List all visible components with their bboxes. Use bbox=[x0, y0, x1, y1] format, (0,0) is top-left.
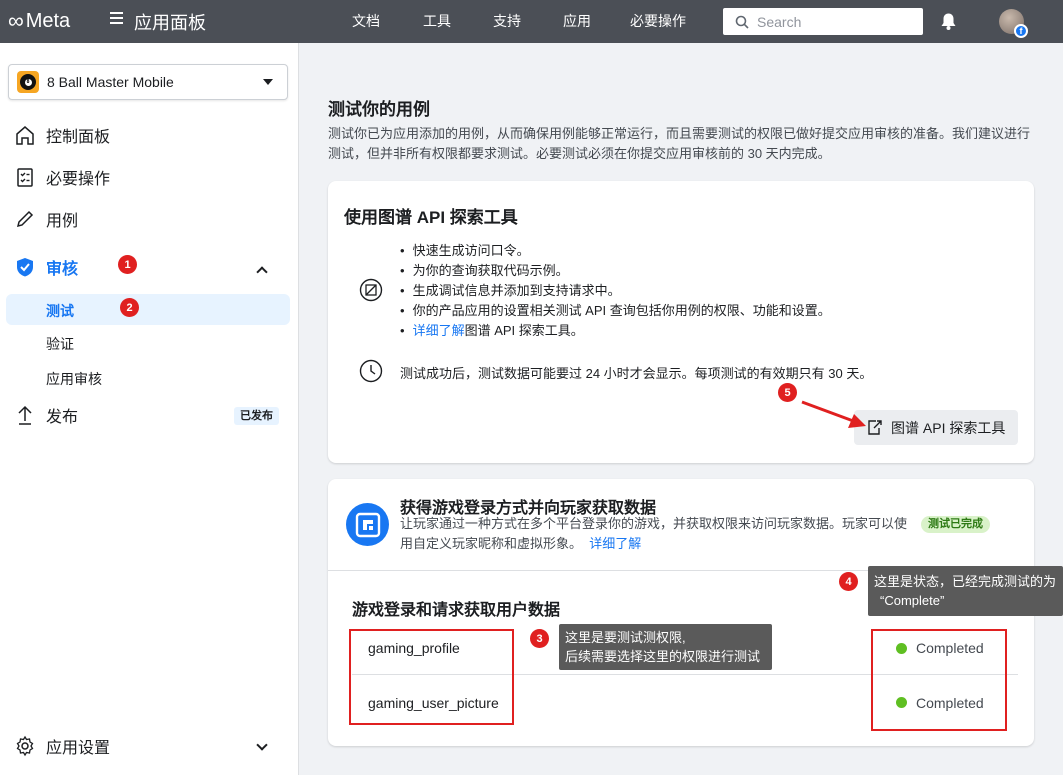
sidebar-subitem-verify[interactable]: 验证 bbox=[46, 334, 74, 354]
test-data-note: 测试成功后，测试数据可能要过 24 小时才会显示。每项测试的有效期只有 30 天… bbox=[400, 366, 873, 381]
nav-docs[interactable]: 文档 bbox=[352, 0, 380, 43]
page-description: 测试你已为应用添加的用例，从而确保用例能够正常运行，而且需要测试的权限已做好提交… bbox=[328, 126, 1031, 161]
sidebar-item-review[interactable]: 审核 bbox=[12, 254, 78, 280]
sidebar-item-label: 控制面板 bbox=[46, 129, 111, 146]
sidebar-item-label: 应用设置 bbox=[46, 740, 111, 757]
meta-infinity-icon: ∞ bbox=[8, 8, 24, 33]
sidebar-item-use-cases[interactable]: 用例 bbox=[12, 206, 78, 232]
search-icon bbox=[735, 15, 749, 29]
clock-icon bbox=[359, 359, 383, 383]
annotation-tooltip-3: 这里是要测试测权限, 后续需要选择这里的权限进行测试 bbox=[559, 624, 772, 670]
sidebar-item-required-actions[interactable]: 必要操作 bbox=[12, 164, 110, 190]
learn-more-rest: 图谱 API 探索工具。 bbox=[464, 323, 584, 338]
pencil-icon bbox=[12, 206, 38, 232]
sidebar-item-label: 发布 bbox=[46, 409, 79, 426]
annotation-arrow-icon bbox=[801, 400, 866, 428]
list-item: 详细了解图谱 API 探索工具。 bbox=[398, 321, 831, 341]
sidebar-subitem-app-review[interactable]: 应用审核 bbox=[46, 369, 102, 389]
home-icon bbox=[12, 122, 38, 148]
status-badge: 测试已完成 bbox=[921, 516, 990, 533]
card-description: 让玩家通过一种方式在多个平台登录你的游戏，并获取权限来访问玩家数据。玩家可以使用… bbox=[400, 514, 910, 554]
graph-api-explorer-card: 使用图谱 API 探索工具 快速生成访问口令。 为你的查询获取代码示例。 生成调… bbox=[328, 181, 1034, 463]
card-description-text: 让玩家通过一种方式在多个平台登录你的游戏，并获取权限来访问玩家数据。玩家可以使用… bbox=[400, 516, 908, 551]
nav-required-actions[interactable]: 必要操作 bbox=[630, 0, 686, 43]
upload-icon bbox=[12, 402, 38, 428]
gear-icon bbox=[12, 733, 38, 759]
learn-more-link[interactable]: 详细了解 bbox=[413, 323, 465, 338]
annotation-badge-2: 2 bbox=[120, 298, 139, 317]
sidebar-item-label: 审核 bbox=[46, 261, 79, 278]
list-item: 你的产品应用的设置相关测试 API 查询包括你用例的权限、功能和设置。 bbox=[398, 301, 831, 321]
sidebar-item-label: 必要操作 bbox=[46, 171, 111, 188]
annotation-badge-4: 4 bbox=[839, 572, 858, 591]
learn-more-link[interactable]: 详细了解 bbox=[589, 536, 641, 551]
nav-tools[interactable]: 工具 bbox=[423, 0, 451, 43]
sidebar-item-publish[interactable]: 发布 bbox=[12, 402, 78, 428]
search-input[interactable] bbox=[757, 13, 907, 30]
graph-explorer-icon bbox=[359, 278, 383, 302]
meta-logo-text: Meta bbox=[25, 9, 71, 32]
section-title: 游戏登录和请求获取用户数据 bbox=[352, 602, 561, 619]
sidebar: 8 8 Ball Master Mobile 控制面板 必要操作 用例 审核 1… bbox=[0, 43, 299, 775]
published-badge: 已发布 bbox=[234, 407, 279, 425]
sidebar-item-dashboard[interactable]: 控制面板 bbox=[12, 122, 110, 148]
user-avatar[interactable]: f bbox=[999, 9, 1028, 38]
app-name: 8 Ball Master Mobile bbox=[47, 74, 174, 90]
annotation-badge-3: 3 bbox=[530, 629, 549, 648]
nav-apps[interactable]: 应用 bbox=[563, 0, 591, 43]
card-title: 使用图谱 API 探索工具 bbox=[344, 208, 518, 227]
sidebar-item-label: 用例 bbox=[46, 213, 79, 230]
tooltip-line: 这里是状态，已经完成测试的为 bbox=[874, 574, 1057, 589]
button-label: 图谱 API 探索工具 bbox=[891, 419, 1006, 436]
search-box[interactable] bbox=[723, 8, 923, 35]
shield-check-icon bbox=[12, 254, 38, 280]
checklist-icon bbox=[12, 164, 38, 190]
annotation-box-permissions bbox=[349, 629, 514, 725]
annotation-tooltip-4: 这里是状态，已经完成测试的为 “Complete” bbox=[868, 566, 1063, 616]
gaming-login-logo-icon bbox=[346, 503, 389, 546]
app-selector-dropdown[interactable]: 8 8 Ball Master Mobile bbox=[8, 64, 288, 100]
caret-down-icon bbox=[263, 79, 273, 85]
chevron-up-icon[interactable] bbox=[256, 266, 268, 278]
app-dashboard-title[interactable]: 应用面板 bbox=[134, 9, 206, 35]
annotation-badge-5: 5 bbox=[778, 383, 797, 402]
tooltip-line: “Complete” bbox=[880, 593, 945, 608]
list-item: 为你的查询获取代码示例。 bbox=[398, 261, 831, 281]
8-ball-app-icon: 8 bbox=[17, 71, 39, 93]
list-item: 快速生成访问口令。 bbox=[398, 241, 831, 261]
top-bar: ∞ Meta 应用面板 文档 工具 支持 应用 必要操作 f bbox=[0, 0, 1063, 43]
annotation-box-status bbox=[871, 629, 1007, 731]
sidebar-item-app-settings[interactable]: 应用设置 bbox=[12, 733, 110, 759]
sidebar-subitem-test[interactable]: 测试 bbox=[46, 301, 74, 321]
facebook-badge-icon: f bbox=[1014, 24, 1028, 38]
notification-bell-icon[interactable] bbox=[939, 12, 958, 31]
list-item: 生成调试信息并添加到支持请求中。 bbox=[398, 281, 831, 301]
nav-support[interactable]: 支持 bbox=[493, 0, 521, 43]
menu-icon[interactable] bbox=[110, 12, 123, 26]
open-graph-api-explorer-button[interactable]: 图谱 API 探索工具 bbox=[854, 410, 1018, 445]
meta-logo[interactable]: ∞ Meta bbox=[8, 8, 70, 34]
tooltip-line: 后续需要选择这里的权限进行测试 bbox=[565, 649, 761, 664]
page-title: 测试你的用例 bbox=[328, 100, 430, 119]
chevron-down-icon[interactable] bbox=[256, 739, 268, 751]
feature-list: 快速生成访问口令。 为你的查询获取代码示例。 生成调试信息并添加到支持请求中。 … bbox=[398, 241, 831, 341]
tooltip-line: 这里是要测试测权限, bbox=[565, 630, 686, 645]
annotation-badge-1: 1 bbox=[118, 255, 137, 274]
